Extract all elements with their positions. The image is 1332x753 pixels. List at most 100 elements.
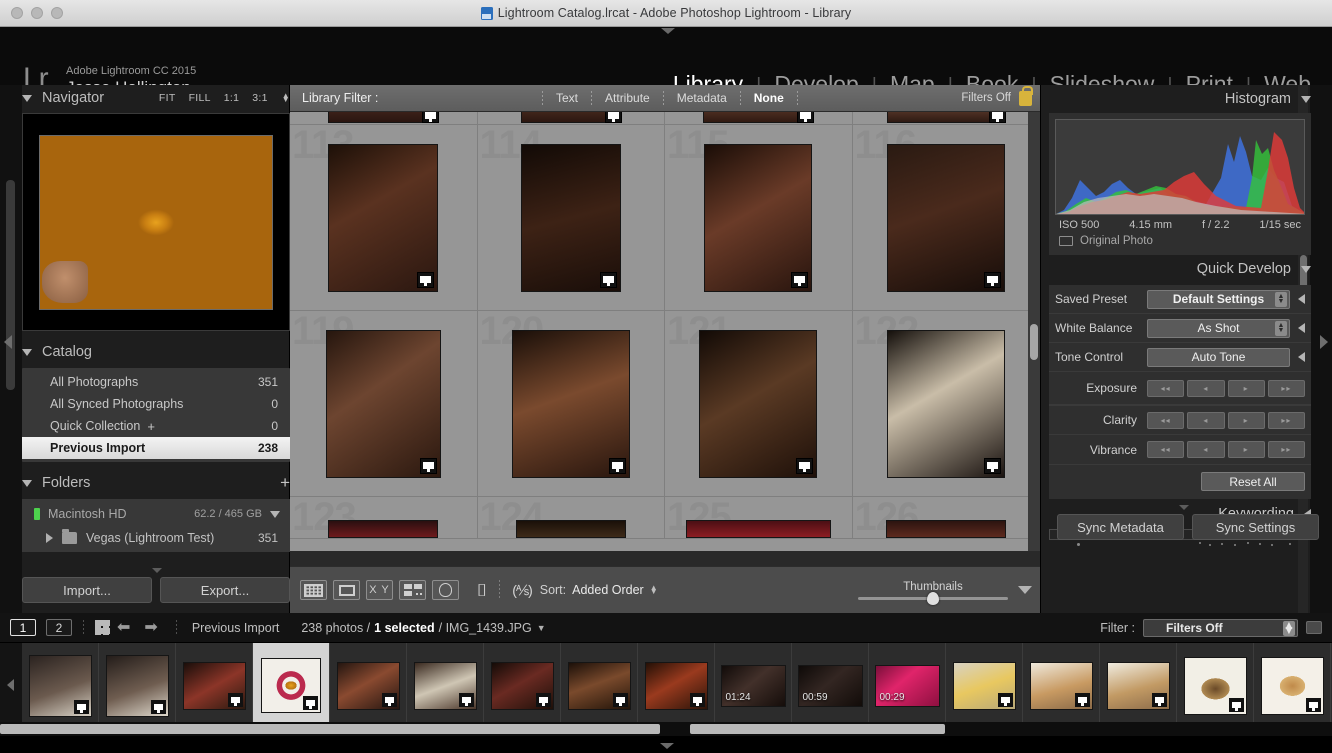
expand-triangle-icon[interactable]	[46, 533, 53, 543]
photo-badge-icon[interactable]	[613, 693, 628, 707]
filmstrip-item[interactable]	[1177, 643, 1254, 728]
grid-view-icon[interactable]	[300, 580, 327, 600]
compare-view-icon[interactable]: X Y	[366, 580, 393, 600]
photo-badge-icon[interactable]	[796, 458, 813, 474]
navigator-header[interactable]: Navigator FIT FILL 1:1 3:1 ▲▼	[22, 85, 290, 111]
catalog-item-all-photographs[interactable]: All Photographs 351	[22, 371, 290, 393]
exposure-increase-large[interactable]: ▸▸	[1268, 380, 1305, 397]
filmstrip-filter-select[interactable]: Filters Off ▲▼	[1143, 619, 1298, 637]
photo-badge-icon[interactable]	[1075, 693, 1090, 707]
grid-cell[interactable]: 115	[665, 125, 853, 311]
photo-thumbnail[interactable]	[887, 144, 1005, 292]
filmstrip-thumbnail[interactable]: 01:24	[721, 665, 786, 707]
photo-badge-icon[interactable]	[536, 693, 551, 707]
survey-view-icon[interactable]	[399, 580, 426, 600]
photo-thumbnail[interactable]	[512, 330, 630, 478]
grid-cell[interactable]: 121	[665, 311, 853, 497]
zoom-stepper-icon[interactable]: ▲▼	[282, 94, 290, 102]
sort-value[interactable]: Added Order	[572, 583, 644, 597]
collapse-arrow-icon[interactable]	[1298, 294, 1305, 304]
collapse-arrow-icon[interactable]	[1298, 323, 1305, 333]
clarity-increase-large[interactable]: ▸▸	[1268, 412, 1305, 429]
bottom-panel-collapse-caret[interactable]	[660, 743, 674, 749]
filmstrip-filename[interactable]: / IMG_1439.JPG	[439, 621, 532, 635]
add-folder-icon[interactable]: +	[280, 477, 290, 489]
az-sort-icon[interactable]: (⅍)	[512, 582, 532, 598]
catalog-header[interactable]: Catalog	[22, 339, 290, 365]
clarity-decrease-small[interactable]: ◂	[1187, 412, 1224, 429]
filmstrip-item[interactable]	[22, 643, 99, 728]
filmstrip-thumbnail[interactable]: 00:59	[798, 665, 863, 707]
photo-badge-icon[interactable]	[1152, 693, 1167, 707]
export-button[interactable]: Export...	[160, 577, 290, 603]
original-photo-row[interactable]: Original Photo	[1055, 233, 1305, 249]
filmstrip-filter[interactable]: Filter : Filters Off ▲▼	[1100, 619, 1322, 637]
loupe-view-icon[interactable]	[333, 580, 360, 600]
people-view-icon[interactable]	[432, 580, 459, 600]
filter-tab-metadata[interactable]: Metadata	[664, 91, 740, 105]
filmstrip-item[interactable]	[1254, 643, 1331, 728]
disclosure-triangle-icon[interactable]	[22, 480, 32, 487]
exposure-increase-small[interactable]: ▸	[1228, 380, 1265, 397]
zoom-fill[interactable]: FILL	[189, 92, 211, 104]
grid-scrollbar[interactable]	[1028, 112, 1040, 551]
folders-header[interactable]: Folders +	[22, 470, 290, 496]
zoom-3-1[interactable]: 3:1	[252, 92, 268, 104]
filmstrip-thumbnail[interactable]	[183, 662, 246, 710]
quick-collection-plus-icon[interactable]: +	[147, 419, 155, 434]
catalog-item-all-synced-photographs[interactable]: All Synced Photographs 0	[22, 393, 290, 415]
photo-badge-icon[interactable]	[1306, 698, 1321, 712]
photo-thumbnail[interactable]	[703, 112, 813, 123]
exposure-steppers[interactable]: ◂◂ ◂ ▸ ▸▸	[1147, 380, 1305, 397]
navigator-zoom-levels[interactable]: FIT FILL 1:1 3:1 ▲▼	[159, 92, 290, 104]
sync-settings-button[interactable]: Sync Settings	[1192, 514, 1319, 540]
filmstrip-item[interactable]	[561, 643, 638, 728]
filmstrip-item[interactable]	[1023, 643, 1100, 728]
left-panel-scroll-grip[interactable]	[6, 180, 15, 390]
filmstrip-item-selected[interactable]	[253, 643, 330, 728]
grid-cell[interactable]: 123	[290, 497, 478, 539]
grid-cell[interactable]: 119	[290, 311, 478, 497]
filmstrip-thumbnail[interactable]	[261, 658, 321, 713]
grid-cell[interactable]: 122	[853, 311, 1041, 497]
filmstrip-thumbnail[interactable]	[491, 662, 554, 710]
left-panel-edge[interactable]	[0, 85, 22, 613]
exposure-decrease-small[interactable]: ◂	[1187, 380, 1224, 397]
photo-badge-icon[interactable]	[74, 700, 89, 714]
folder-item-vegas[interactable]: Vegas (Lightroom Test) 351	[22, 526, 290, 549]
photo-badge-icon[interactable]	[600, 272, 617, 288]
photo-badge-icon[interactable]	[1229, 698, 1244, 712]
toolbar-collapse-icon[interactable]	[1018, 586, 1032, 594]
photo-badge-icon[interactable]	[605, 112, 622, 123]
filmstrip-thumbnail[interactable]: 00:29	[875, 665, 940, 707]
spray-can-icon[interactable]: ⌷	[477, 582, 487, 599]
photo-badge-icon[interactable]	[422, 112, 439, 123]
photo-thumbnail[interactable]	[328, 144, 438, 292]
filmstrip-thumbnail[interactable]	[1030, 662, 1093, 710]
clarity-increase-small[interactable]: ▸	[1228, 412, 1265, 429]
photo-badge-icon[interactable]	[228, 693, 243, 707]
filmstrip-thumbnail[interactable]	[337, 662, 400, 710]
filmstrip-item[interactable]	[1100, 643, 1177, 728]
photo-badge-icon[interactable]	[609, 458, 626, 474]
photo-badge-icon[interactable]	[382, 693, 397, 707]
filmstrip-item[interactable]	[407, 643, 484, 728]
photo-thumbnail[interactable]	[887, 112, 1005, 123]
filmstrip-thumbnail[interactable]	[1107, 662, 1170, 710]
filmstrip-thumbnail[interactable]	[953, 662, 1016, 710]
lock-icon[interactable]	[1019, 91, 1032, 106]
thumbnail-size-slider[interactable]: Thumbnails	[858, 581, 1008, 600]
filmstrip-collapse-arrow[interactable]	[7, 679, 14, 691]
forward-arrow-icon[interactable]: ➡	[144, 621, 157, 635]
left-panel-collapse-arrow[interactable]	[4, 335, 12, 349]
filters-off-label[interactable]: Filters Off	[961, 92, 1011, 104]
catalog-item-previous-import[interactable]: Previous Import 238	[22, 437, 290, 459]
filmstrip-item[interactable]	[946, 643, 1023, 728]
select-stepper-icon[interactable]: ▲▼	[1275, 321, 1287, 336]
saved-preset-select[interactable]: Default Settings ▲▼	[1147, 290, 1290, 309]
library-filter-tabs[interactable]: Text Attribute Metadata None	[542, 91, 798, 106]
photo-thumbnail[interactable]	[326, 330, 441, 478]
photo-badge-icon[interactable]	[984, 458, 1001, 474]
histogram-header[interactable]: Histogram	[1049, 85, 1311, 113]
filmstrip-scrollbar-thumb[interactable]	[690, 724, 945, 734]
